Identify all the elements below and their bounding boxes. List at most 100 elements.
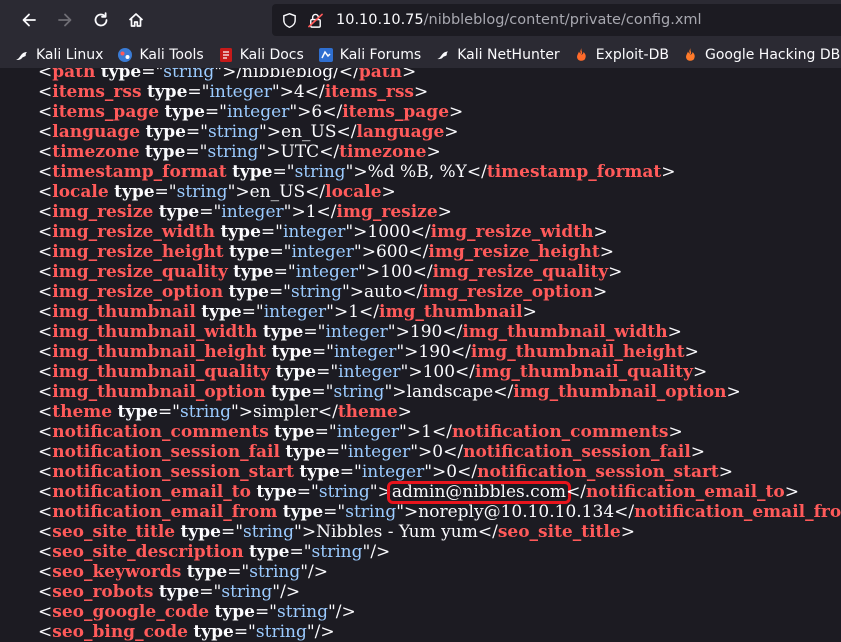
xml-punctuation: "	[289, 102, 298, 122]
url-path: /nibbleblog/content/private/config.xml	[423, 12, 702, 28]
xml-tag-name: img_resize_height	[52, 242, 224, 262]
xml-attribute-value: string	[345, 502, 397, 522]
xml-punctuation: <	[38, 482, 53, 502]
xml-tag-name: seo_site_title	[52, 522, 176, 542]
xml-punctuation: "	[424, 462, 433, 482]
xml-punctuation: >	[593, 222, 608, 242]
xml-line: <seo_robots type="string"/>	[38, 582, 841, 602]
xml-punctuation: </	[410, 222, 431, 242]
xml-punctuation: ="	[260, 222, 283, 242]
xml-punctuation: "	[358, 262, 366, 282]
xml-punctuation: <	[38, 422, 53, 442]
xml-punctuation: ="	[154, 182, 177, 202]
bookmark-item[interactable]: Kali Tools	[109, 42, 209, 68]
xml-attribute-name: type	[193, 622, 234, 642]
xml-punctuation: <	[38, 302, 53, 322]
xml-punctuation: >	[266, 142, 281, 162]
xml-punctuation: ="	[314, 422, 337, 442]
xml-punctuation: >	[599, 242, 614, 262]
address-bar[interactable]: 10.10.10.75/nibbleblog/content/private/c…	[272, 4, 841, 36]
xml-attribute-name: type	[275, 362, 317, 382]
xml-line: <seo_keywords type="string"/>	[38, 562, 841, 582]
xml-attribute-name: type	[180, 522, 221, 542]
xml-attribute-value: integer	[338, 362, 401, 382]
xml-punctuation: >	[784, 482, 799, 502]
xml-punctuation: ="	[272, 162, 295, 182]
xml-attribute-value: string	[207, 122, 259, 142]
bookmark-item[interactable]: Exploit-DB	[566, 42, 675, 68]
bookmark-item[interactable]: Kali NetHunter	[427, 42, 565, 68]
xml-punctuation: <	[38, 442, 53, 462]
bookmark-item[interactable]: Kali Docs	[210, 42, 310, 68]
xml-tag-name: img_thumbnail_width	[52, 322, 258, 342]
xml-punctuation: >	[668, 422, 683, 442]
xml-punctuation: >	[333, 302, 349, 322]
xml-punctuation: </	[338, 68, 359, 82]
insecure-lock-icon[interactable]	[306, 11, 324, 29]
xml-attribute-value: string	[180, 402, 231, 422]
arrow-left-icon	[22, 13, 36, 27]
xml-punctuation: ="	[316, 362, 339, 382]
xml-punctuation: >	[620, 522, 635, 542]
xml-punctuation: "	[230, 402, 239, 422]
xml-attribute-name: type	[274, 422, 315, 442]
xml-attribute-value: string	[249, 562, 301, 582]
bookmark-item[interactable]: Google Hacking DB	[675, 42, 841, 68]
xml-punctuation: >	[608, 262, 623, 282]
bookmark-item[interactable]: Kali Linux	[0, 42, 109, 68]
xml-punctuation: >	[392, 382, 407, 402]
xml-attribute-value: integer	[282, 222, 346, 242]
home-icon	[128, 13, 144, 27]
xml-punctuation: ="	[199, 582, 222, 602]
xml-punctuation: <	[38, 322, 53, 342]
xml-text-value: landscape	[406, 382, 494, 402]
bookmark-label: Exploit-DB	[595, 47, 669, 63]
xml-punctuation: >	[266, 122, 282, 142]
xml-closing-tag-name: items_page	[342, 102, 450, 122]
xml-punctuation: <	[38, 102, 53, 122]
kali-forums-icon	[318, 47, 334, 63]
xml-tag-name: img_thumbnail	[52, 302, 196, 322]
xml-text-value: Nibbles - Yum yum	[316, 522, 478, 542]
xml-tag-name: notification_session_fail	[52, 442, 280, 462]
xml-attribute-name: type	[220, 222, 261, 242]
xml-attribute-name: type	[270, 382, 312, 402]
xml-punctuation: ="	[268, 282, 292, 302]
xml-punctuation: >	[297, 102, 312, 122]
xml-attribute-name: type	[229, 242, 270, 262]
xml-punctuation: ="	[157, 402, 181, 422]
xml-punctuation: </	[443, 442, 464, 462]
xml-line: <img_resize_option type="string">auto</i…	[38, 282, 841, 302]
xml-punctuation: </	[566, 482, 587, 502]
xml-punctuation: "	[306, 622, 315, 642]
xml-punctuation: ="	[296, 482, 319, 502]
xml-attribute-value: string	[294, 162, 346, 182]
xml-attribute-value: string	[207, 142, 259, 162]
bookmark-item[interactable]: Kali Forums	[310, 42, 427, 68]
shield-icon[interactable]	[280, 11, 298, 29]
forward-button[interactable]	[50, 5, 80, 35]
back-button[interactable]	[14, 5, 44, 35]
url-text[interactable]: 10.10.10.75/nibbleblog/content/private/c…	[336, 12, 702, 28]
xml-punctuation: ="	[187, 82, 210, 102]
xml-line: <seo_google_code type="string"/>	[38, 602, 841, 622]
xml-punctuation: ="	[339, 462, 362, 482]
xml-punctuation: ="	[185, 122, 208, 142]
xml-punctuation: />	[314, 622, 335, 642]
xml-line: <img_thumbnail_option type="string">land…	[38, 382, 841, 402]
xml-attribute-name: type	[145, 122, 186, 142]
xml-punctuation: <	[38, 382, 53, 402]
reload-button[interactable]	[86, 5, 116, 35]
xml-punctuation: </	[316, 202, 337, 222]
xml-punctuation: "	[353, 242, 362, 262]
xml-tag-name: img_resize	[52, 202, 154, 222]
xml-text-value: 1	[305, 202, 317, 222]
xml-attribute-value: string	[333, 382, 385, 402]
xml-punctuation: ="	[311, 342, 334, 362]
xml-text-value: auto	[364, 282, 403, 302]
home-button[interactable]	[121, 5, 151, 35]
bookmark-label: Kali Linux	[36, 47, 104, 63]
xml-attribute-name: type	[271, 342, 312, 362]
xml-punctuation: >	[301, 522, 317, 542]
xml-line: <seo_site_description type="string"/>	[38, 542, 841, 562]
